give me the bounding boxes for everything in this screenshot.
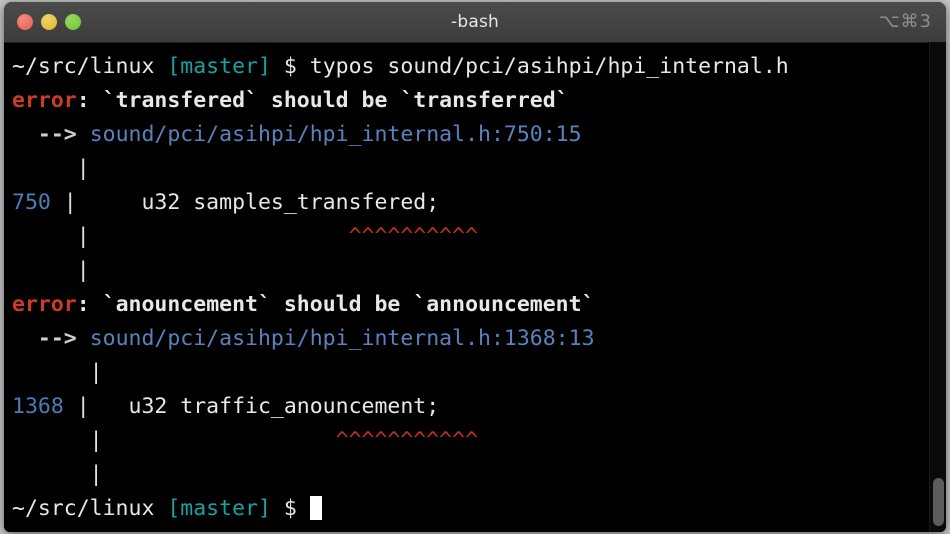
error-file-location[interactable]: sound/pci/asihpi/hpi_internal.h:1368:13 bbox=[90, 326, 595, 351]
caret-gutter-bar: | bbox=[12, 224, 103, 249]
error-header-1: error: `transfered` should be `transferr… bbox=[12, 84, 946, 118]
prompt-path: ~/src/linux bbox=[12, 54, 155, 79]
desktop-background: -bash ⌥⌘3 ~/src/linux [master] $ typos s… bbox=[0, 0, 950, 534]
code-gutter-bar: | bbox=[63, 394, 103, 419]
caret-line-1: | ^^^^^^^^^^ bbox=[12, 220, 946, 254]
terminal-output-area[interactable]: ~/src/linux [master] $ typos sound/pci/a… bbox=[4, 43, 946, 532]
prompt-space-2 bbox=[271, 54, 284, 79]
prompt-space-1 bbox=[154, 496, 167, 521]
window-title: -bash bbox=[451, 12, 499, 32]
prompt-space-1 bbox=[154, 54, 167, 79]
code-line-2: 1368 | u32 traffic_anouncement; bbox=[12, 390, 946, 424]
gutter-blank-2-top: | bbox=[12, 356, 946, 390]
error-message: `transfered` should be `transferred` bbox=[102, 88, 569, 113]
caret-markers: ^^^^^^^^^^ bbox=[348, 224, 479, 249]
error-label: error bbox=[12, 88, 77, 113]
prompt-line-command: ~/src/linux [master] $ typos sound/pci/a… bbox=[12, 50, 946, 84]
error-location-1: --> sound/pci/asihpi/hpi_internal.h:750:… bbox=[12, 118, 946, 152]
keyboard-shortcut-label: ⌥⌘3 bbox=[878, 11, 932, 32]
gutter-blank-1-bottom: | bbox=[12, 254, 946, 288]
caret-markers: ^^^^^^^^^^^ bbox=[335, 428, 479, 453]
code-line-1: 750 | u32 samples_transfered; bbox=[12, 186, 946, 220]
prompt-space-3 bbox=[297, 496, 310, 521]
error-colon: : bbox=[76, 88, 90, 113]
location-indent bbox=[12, 326, 38, 351]
prompt-sigil: $ bbox=[283, 54, 297, 79]
error-location-2: --> sound/pci/asihpi/hpi_internal.h:1368… bbox=[12, 322, 946, 356]
gutter-bar: | bbox=[12, 258, 90, 283]
prompt-sigil: $ bbox=[283, 496, 297, 521]
code-line-number: 1368 bbox=[12, 394, 64, 419]
typed-command: typos sound/pci/asihpi/hpi_internal.h bbox=[309, 54, 789, 79]
error-colon: : bbox=[76, 292, 90, 317]
location-space bbox=[77, 326, 90, 351]
prompt-space-3 bbox=[297, 54, 310, 79]
text-cursor bbox=[309, 496, 322, 520]
error-space bbox=[90, 88, 103, 113]
caret-indent bbox=[116, 428, 336, 453]
gutter-bar: | bbox=[12, 156, 90, 181]
error-label: error bbox=[12, 292, 77, 317]
error-space bbox=[90, 292, 103, 317]
gutter-bar: | bbox=[12, 360, 103, 385]
prompt-line-final: ~/src/linux [master] $ bbox=[12, 492, 946, 526]
arrow-icon: --> bbox=[37, 122, 77, 147]
vertical-scrollbar[interactable] bbox=[929, 42, 946, 532]
location-space bbox=[77, 122, 90, 147]
error-file-location[interactable]: sound/pci/asihpi/hpi_internal.h:750:15 bbox=[90, 122, 582, 147]
scrollbar-thumb[interactable] bbox=[933, 478, 944, 526]
gutter-bar: | bbox=[12, 462, 103, 487]
code-line-number: 750 bbox=[12, 190, 51, 215]
caret-gutter-bar: | bbox=[12, 428, 116, 453]
error-header-2: error: `anouncement` should be `announce… bbox=[12, 288, 946, 322]
location-indent bbox=[12, 122, 38, 147]
window-titlebar[interactable]: -bash ⌥⌘3 bbox=[4, 2, 946, 43]
prompt-branch: [master] bbox=[167, 54, 271, 79]
code-gutter-bar: | bbox=[50, 190, 90, 215]
prompt-path: ~/src/linux bbox=[12, 496, 155, 521]
code-source-text: u32 samples_transfered; bbox=[89, 190, 440, 215]
gutter-blank-2-bottom: | bbox=[12, 458, 946, 492]
prompt-space-2 bbox=[271, 496, 284, 521]
gutter-blank-1-top: | bbox=[12, 152, 946, 186]
caret-line-2: | ^^^^^^^^^^^ bbox=[12, 424, 946, 458]
code-source-text: u32 traffic_anouncement; bbox=[102, 394, 440, 419]
caret-indent bbox=[103, 224, 349, 249]
terminal-window: -bash ⌥⌘3 ~/src/linux [master] $ typos s… bbox=[4, 2, 946, 532]
prompt-branch: [master] bbox=[167, 496, 271, 521]
error-message: `anouncement` should be `announcement` bbox=[102, 292, 595, 317]
arrow-icon: --> bbox=[37, 326, 77, 351]
